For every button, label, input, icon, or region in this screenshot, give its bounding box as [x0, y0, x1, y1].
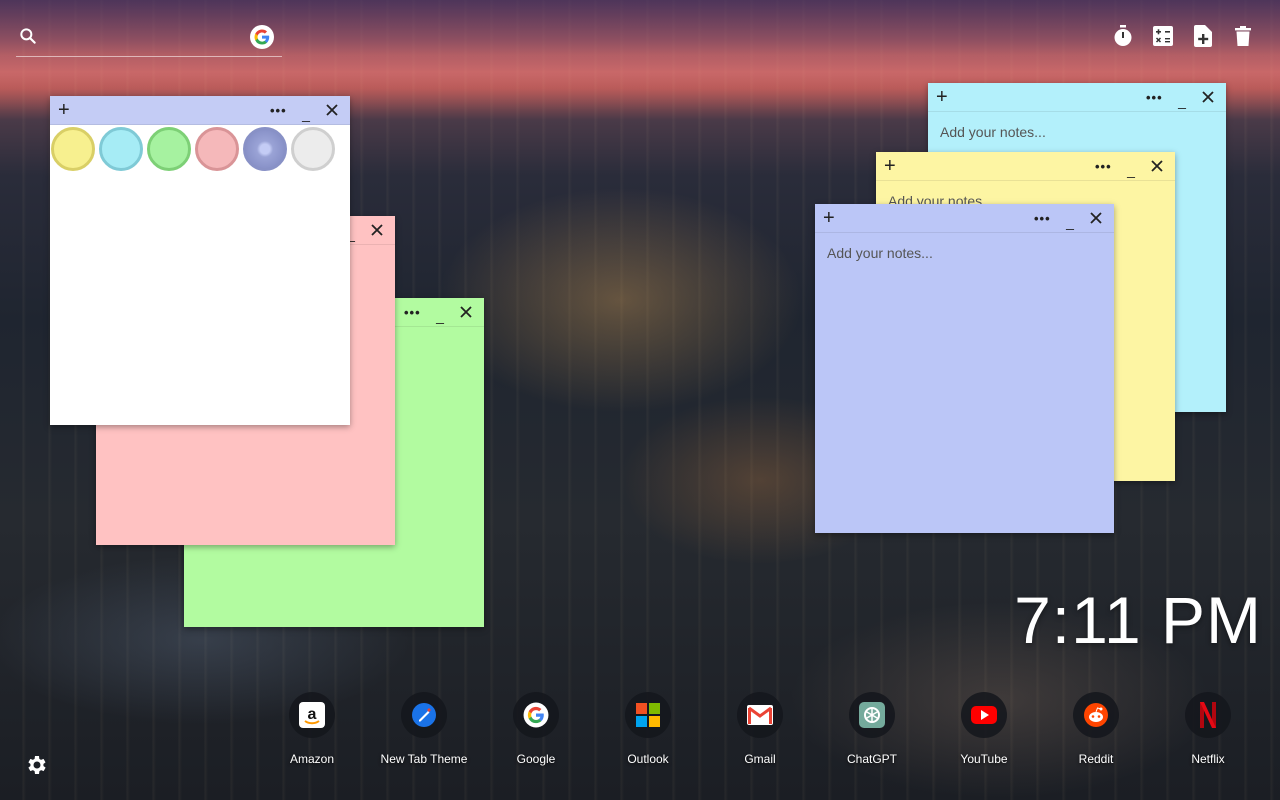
- shortcut-label: Amazon: [289, 752, 335, 766]
- add-note-icon[interactable]: +: [884, 154, 896, 178]
- timer-icon[interactable]: [1112, 24, 1134, 48]
- netflix-icon[interactable]: [1185, 692, 1231, 738]
- sticky-note-palette[interactable]: + ••• _: [50, 96, 350, 425]
- more-options-icon[interactable]: •••: [404, 305, 420, 320]
- more-options-icon[interactable]: •••: [1146, 90, 1162, 105]
- color-swatch-blue[interactable]: [243, 127, 287, 171]
- shortcut-label: ChatGPT: [846, 752, 897, 766]
- shortcut-chatgpt[interactable]: ChatGPT: [816, 692, 928, 766]
- close-icon[interactable]: [1202, 91, 1218, 103]
- shortcut-label: New Tab Theme: [380, 752, 468, 766]
- shortcut-label: Google: [516, 752, 556, 766]
- shortcut-label: Reddit: [1078, 752, 1114, 766]
- top-toolbar: [1112, 24, 1254, 48]
- note-header[interactable]: + ••• _: [928, 83, 1226, 112]
- add-note-icon[interactable]: [1192, 24, 1214, 48]
- shortcut-label: YouTube: [960, 752, 1008, 766]
- add-note-icon[interactable]: +: [58, 98, 70, 122]
- shortcut-gmail[interactable]: Gmail: [704, 692, 816, 766]
- shortcut-amazon[interactable]: a Amazon: [256, 692, 368, 766]
- color-swatch-gray[interactable]: [291, 127, 335, 171]
- note-header[interactable]: + ••• _: [876, 152, 1175, 181]
- shortcut-label: Gmail: [744, 752, 776, 766]
- settings-gear-icon[interactable]: [24, 753, 48, 777]
- color-swatch-yellow[interactable]: [51, 127, 95, 171]
- outlook-icon[interactable]: [625, 692, 671, 738]
- minimize-icon[interactable]: _: [1062, 214, 1078, 230]
- svg-text:a: a: [308, 706, 317, 723]
- new-tab-theme-icon[interactable]: [401, 692, 447, 738]
- color-palette: [50, 125, 350, 173]
- shortcut-youtube[interactable]: YouTube: [928, 692, 1040, 766]
- minimize-icon[interactable]: _: [298, 106, 314, 122]
- shortcut-reddit[interactable]: Reddit: [1040, 692, 1152, 766]
- amazon-icon[interactable]: a: [289, 692, 335, 738]
- add-note-icon[interactable]: +: [936, 85, 948, 109]
- shortcut-new-tab-theme[interactable]: New Tab Theme: [368, 692, 480, 766]
- trash-icon[interactable]: [1232, 24, 1254, 48]
- minimize-icon[interactable]: _: [1174, 93, 1190, 109]
- google-search-icon[interactable]: [250, 25, 274, 49]
- minimize-icon[interactable]: _: [432, 308, 448, 324]
- shortcut-google[interactable]: Google: [480, 692, 592, 766]
- more-options-icon[interactable]: •••: [270, 103, 286, 118]
- shortcut-netflix[interactable]: Netflix: [1152, 692, 1264, 766]
- close-icon[interactable]: [371, 224, 387, 236]
- gmail-icon[interactable]: [737, 692, 783, 738]
- close-icon[interactable]: [326, 104, 342, 116]
- add-note-icon[interactable]: +: [823, 206, 835, 230]
- more-options-icon[interactable]: •••: [1095, 159, 1111, 174]
- search-input[interactable]: [50, 24, 244, 52]
- minimize-icon[interactable]: _: [1123, 162, 1139, 178]
- color-swatch-green[interactable]: [147, 127, 191, 171]
- color-swatch-cyan[interactable]: [99, 127, 143, 171]
- note-textarea[interactable]: [825, 243, 1108, 517]
- sticky-note-blue[interactable]: + ••• _: [815, 204, 1114, 533]
- more-options-icon[interactable]: •••: [1034, 211, 1050, 226]
- shortcut-dock: a Amazon New Tab Theme Google Outlook Gm…: [256, 692, 1264, 766]
- youtube-icon[interactable]: [961, 692, 1007, 738]
- search-icon[interactable]: [18, 26, 38, 46]
- note-header[interactable]: + ••• _: [815, 204, 1114, 233]
- note-header[interactable]: + ••• _: [50, 96, 350, 125]
- close-icon[interactable]: [460, 306, 476, 318]
- google-icon[interactable]: [513, 692, 559, 738]
- shortcut-outlook[interactable]: Outlook: [592, 692, 704, 766]
- close-icon[interactable]: [1151, 160, 1167, 172]
- search-bar: [16, 22, 282, 57]
- color-swatch-pink[interactable]: [195, 127, 239, 171]
- clock: 7:11 PM: [1014, 583, 1262, 657]
- shortcut-label: Outlook: [627, 752, 669, 766]
- chatgpt-icon[interactable]: [849, 692, 895, 738]
- calculator-icon[interactable]: [1152, 24, 1174, 48]
- shortcut-label: Netflix: [1191, 752, 1225, 766]
- reddit-icon[interactable]: [1073, 692, 1119, 738]
- close-icon[interactable]: [1090, 212, 1106, 224]
